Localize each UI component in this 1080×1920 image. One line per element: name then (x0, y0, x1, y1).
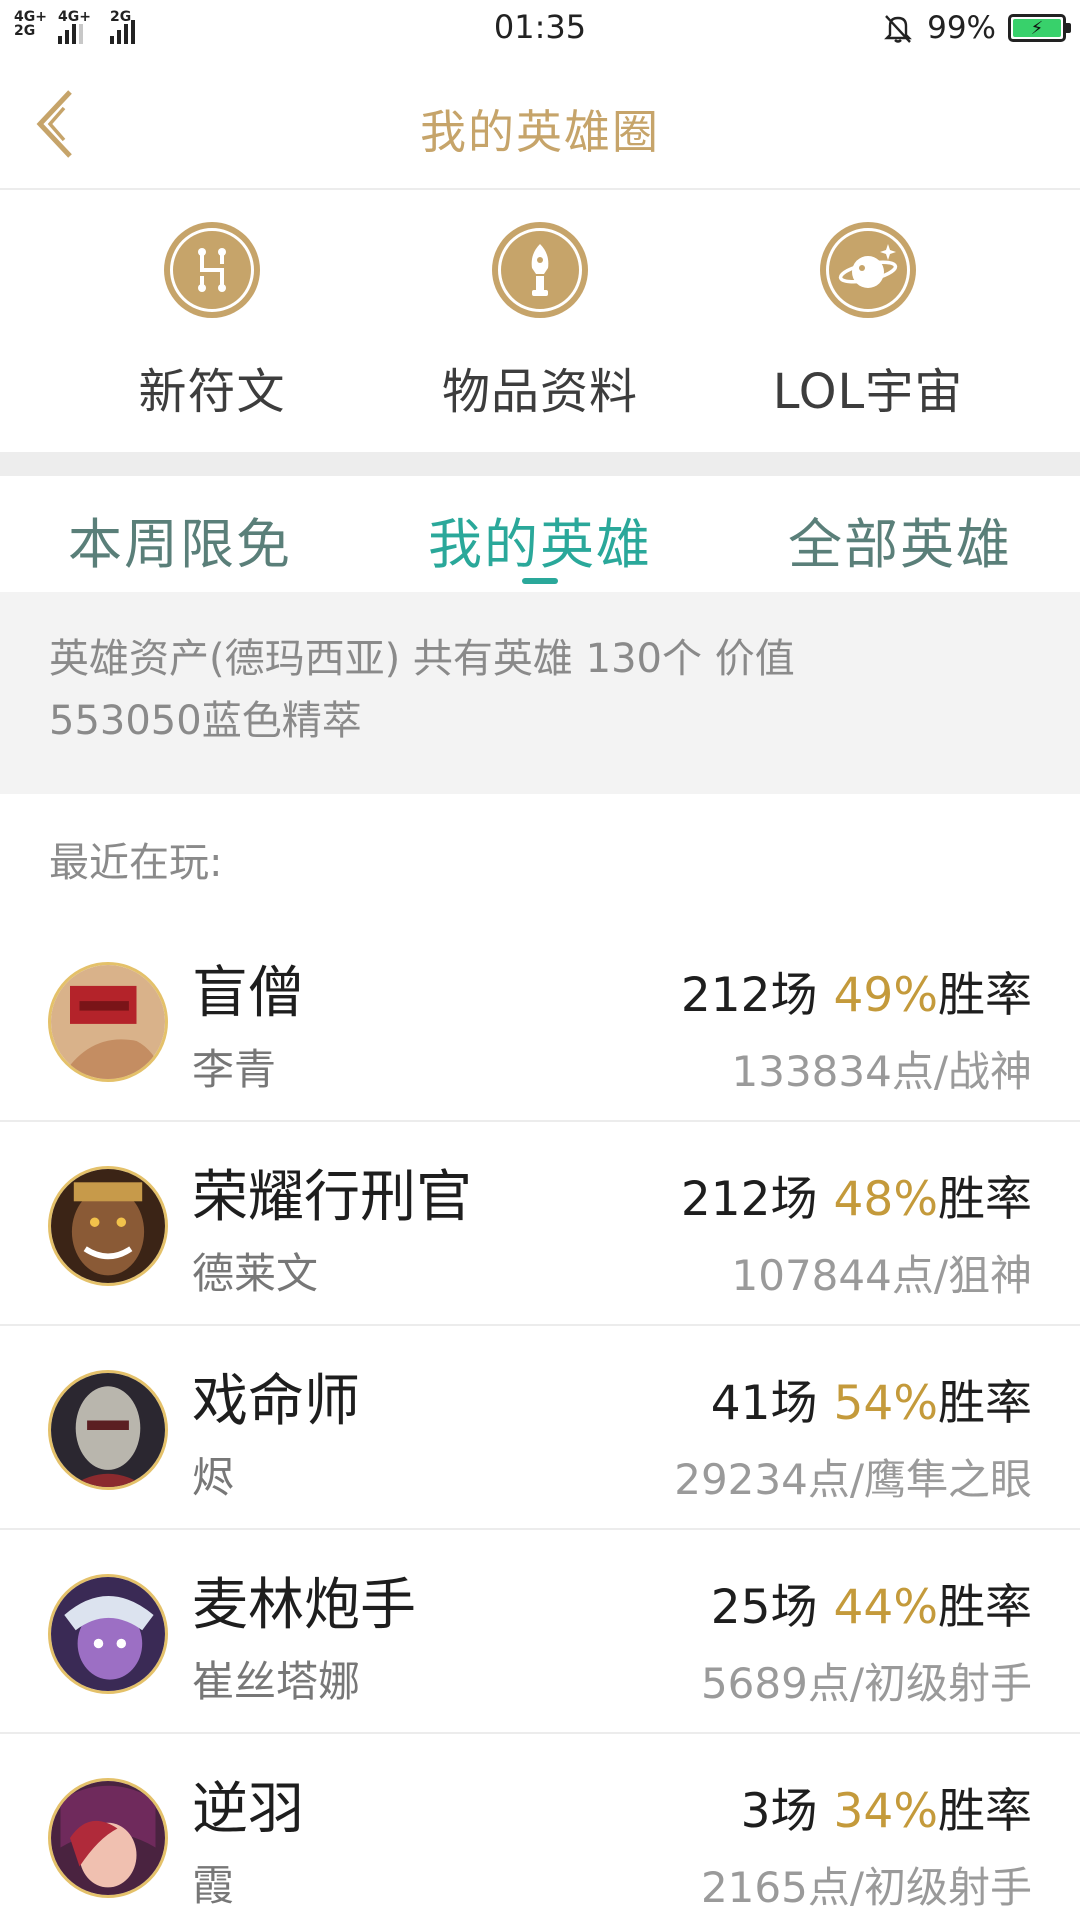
mastery-points: 2165点/初级射手 (700, 1863, 1032, 1912)
win-rate: 49% (833, 968, 938, 1023)
list-item[interactable]: 戏命师 烬 41场 54%胜率 29234点/鹰隼之眼 (0, 1326, 1080, 1530)
hero-title: 荣耀行刑官 (192, 1165, 472, 1230)
mastery-points: 107844点/狙神 (731, 1251, 1032, 1300)
quick-links: 新符文 物品资料 LOL宇宙 (0, 190, 1080, 452)
rune-icon (164, 222, 260, 318)
games-count: 212场 (680, 1172, 818, 1227)
tab-weekly-free[interactable]: 本周限免 (0, 500, 360, 579)
win-rate: 44% (833, 1580, 938, 1635)
games-count: 212场 (680, 968, 818, 1023)
quick-link-runes[interactable]: 新符文 (62, 222, 362, 422)
page-title: 我的英雄圈 (420, 105, 660, 159)
list-item[interactable]: 麦林炮手 崔丝塔娜 25场 44%胜率 5689点/初级射手 (0, 1530, 1080, 1734)
list-item[interactable]: 盲僧 李青 212场 49%胜率 133834点/战神 (0, 918, 1080, 1122)
hero-name: 崔丝塔娜 (192, 1657, 361, 1706)
hero-stats: 25场 44%胜率 (711, 1568, 1032, 1637)
hero-stats: 41场 54%胜率 (711, 1364, 1032, 1433)
mastery-points: 5689点/初级射手 (700, 1659, 1032, 1708)
win-rate-label: 胜率 (938, 1376, 1032, 1431)
mastery-points: 133834点/战神 (731, 1047, 1032, 1096)
quick-link-universe[interactable]: LOL宇宙 (718, 222, 1018, 422)
hero-stats: 212场 49%胜率 (681, 956, 1032, 1025)
summary-line: 553050蓝色精萃 (49, 698, 362, 744)
app-header: 我的英雄圈 (0, 58, 1080, 190)
avatar (48, 1370, 168, 1490)
avatar (48, 962, 168, 1082)
list-item[interactable]: 逆羽 霞 3场 34%胜率 2165点/初级射手 (0, 1734, 1080, 1920)
games-count: 25场 (710, 1580, 818, 1635)
hero-stats: 212场 48%胜率 (681, 1160, 1032, 1229)
win-rate: 34% (833, 1784, 938, 1839)
battery-percent: 99% (927, 10, 996, 46)
win-rate: 54% (833, 1376, 938, 1431)
status-bar: 4G+ 4G+ 2G 2G 01:35 99% ⚡ (0, 0, 1080, 58)
universe-icon (820, 222, 916, 318)
hero-title: 盲僧 (192, 961, 304, 1026)
item-icon (492, 222, 588, 318)
hero-name: 霞 (192, 1861, 235, 1910)
quick-link-label: 新符文 (138, 364, 286, 420)
games-count: 3场 (740, 1784, 818, 1839)
hero-name: 德莱文 (192, 1249, 319, 1298)
avatar (48, 1574, 168, 1694)
mastery-points: 29234点/鹰隼之眼 (674, 1455, 1032, 1504)
quick-link-label: LOL宇宙 (772, 364, 964, 420)
mute-bell-icon (884, 15, 912, 43)
section-divider (0, 452, 1080, 476)
win-rate-label: 胜率 (938, 1784, 1032, 1839)
hero-tabs: 本周限免 我的英雄 全部英雄 (0, 476, 1080, 592)
hero-name: 李青 (192, 1045, 277, 1094)
hero-title: 逆羽 (192, 1777, 304, 1842)
list-item[interactable]: 荣耀行刑官 德莱文 212场 48%胜率 107844点/狙神 (0, 1122, 1080, 1326)
win-rate-label: 胜率 (938, 1580, 1032, 1635)
summary-line: 英雄资产(德玛西亚) 共有英雄 130个 价值 (49, 636, 795, 682)
status-right: 99% ⚡ (881, 10, 1071, 46)
games-count: 41场 (710, 1376, 818, 1431)
quick-link-label: 物品资料 (441, 364, 638, 420)
hero-name: 烬 (192, 1453, 235, 1502)
win-rate-label: 胜率 (938, 968, 1032, 1023)
recent-hero-list: 盲僧 李青 212场 49%胜率 133834点/战神 荣耀行刑官 德莱文 212… (0, 918, 1080, 1920)
win-rate: 48% (833, 1172, 938, 1227)
hero-asset-summary: 英雄资产(德玛西亚) 共有英雄 130个 价值 553050蓝色精萃 (0, 592, 1080, 794)
battery-charging-icon: ⚡ (1008, 14, 1071, 42)
hero-title: 麦林炮手 (192, 1573, 416, 1638)
hero-title: 戏命师 (192, 1369, 360, 1434)
avatar (48, 1166, 168, 1286)
active-tab-indicator (522, 578, 558, 584)
avatar (48, 1778, 168, 1898)
recent-heading: 最近在玩: (49, 840, 223, 886)
tab-my-heroes[interactable]: 我的英雄 (360, 500, 720, 579)
tab-all-heroes[interactable]: 全部英雄 (720, 500, 1080, 579)
win-rate-label: 胜率 (938, 1172, 1032, 1227)
quick-link-items[interactable]: 物品资料 (390, 222, 690, 422)
hero-stats: 3场 34%胜率 (741, 1772, 1032, 1841)
